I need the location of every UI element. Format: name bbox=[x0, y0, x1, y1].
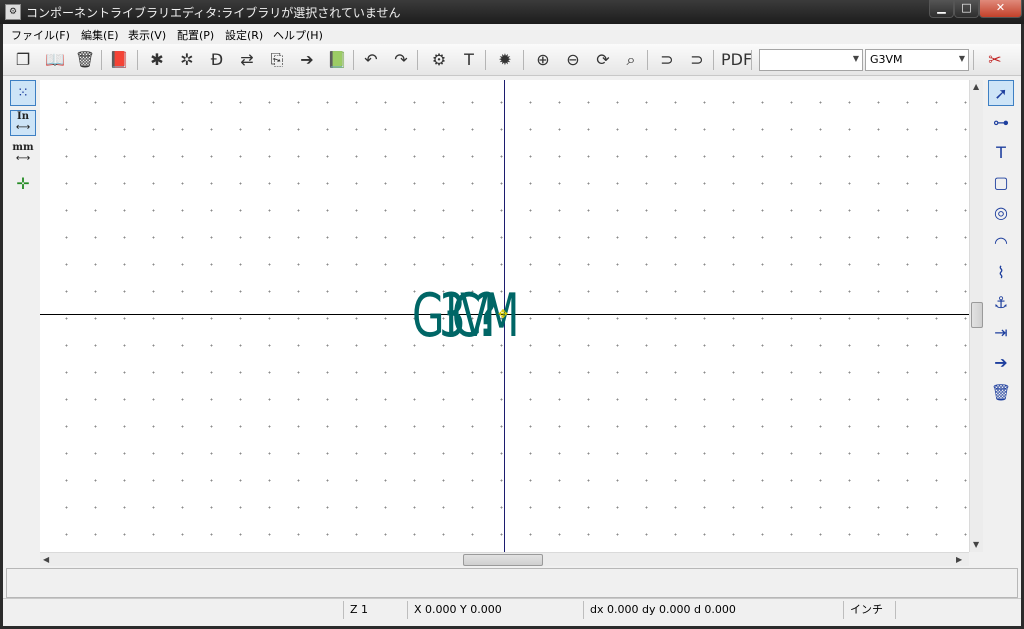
scroll-right-icon[interactable]: ▶ bbox=[956, 555, 962, 564]
title-bar: ⚙ コンポーネントライブラリエディタ:ライブラリが選択されていません ▁ □ ✕ bbox=[0, 0, 1024, 24]
vertical-scrollbar[interactable]: ▲ ▼ bbox=[969, 80, 983, 552]
vertical-scroll-thumb[interactable] bbox=[971, 302, 983, 328]
convert-demorgan-icon[interactable]: ⊃ bbox=[655, 48, 679, 72]
zoom-in-icon[interactable]: ⊕ bbox=[531, 48, 555, 72]
app-icon[interactable]: ⚙ bbox=[5, 4, 21, 20]
menu-settings[interactable]: 設定(R) bbox=[225, 27, 263, 43]
open-viewer-icon[interactable]: 📕 bbox=[107, 48, 131, 72]
status-bar: Z 1 X 0.000 Y 0.000 dx 0.000 dy 0.000 d … bbox=[3, 598, 1021, 620]
drawing-canvas[interactable]: G3VM IC? ✥ bbox=[40, 80, 969, 552]
component-value-text[interactable]: IC? bbox=[445, 286, 498, 346]
save-component-icon[interactable]: ⎘ bbox=[265, 48, 289, 72]
toolbar-separator bbox=[353, 50, 354, 70]
pdf-doc-icon[interactable]: PDF bbox=[721, 48, 752, 72]
toolbar-separator bbox=[485, 50, 486, 70]
zoom-fit-icon[interactable]: ⌕ bbox=[619, 48, 643, 72]
menu-view[interactable]: 表示(V) bbox=[128, 27, 166, 43]
status-extra bbox=[895, 601, 1015, 619]
redo-icon[interactable]: ↷ bbox=[389, 48, 413, 72]
new-component-icon[interactable]: ✱ bbox=[145, 48, 169, 72]
add-circle-icon[interactable]: ◎ bbox=[988, 200, 1014, 226]
maximize-button[interactable]: □ bbox=[954, 0, 979, 18]
toolbar-separator bbox=[417, 50, 418, 70]
pin-table-icon[interactable]: ✂ bbox=[983, 48, 1007, 72]
grid-icon[interactable]: ⁙ bbox=[10, 80, 36, 106]
add-arc-icon[interactable]: ◠ bbox=[988, 230, 1014, 256]
window-title: コンポーネントライブラリエディタ:ライブラリが選択されていません bbox=[26, 6, 401, 20]
anchor-origin-icon: ✥ bbox=[498, 307, 509, 321]
add-polyline-icon[interactable]: ⌇ bbox=[988, 260, 1014, 286]
anchor-icon[interactable]: ⚓ bbox=[988, 290, 1014, 316]
import-component-icon[interactable]: ⇄ bbox=[235, 48, 259, 72]
cursor-shape-icon[interactable]: ✛ bbox=[10, 172, 36, 198]
menu-help[interactable]: ヘルプ(H) bbox=[273, 27, 323, 43]
part-select[interactable]: ▼ bbox=[759, 49, 863, 71]
scroll-left-icon[interactable]: ◀ bbox=[43, 555, 49, 564]
undo-icon[interactable]: ↶ bbox=[359, 48, 383, 72]
toolbar-separator bbox=[973, 50, 974, 70]
toolbar-separator bbox=[523, 50, 524, 70]
chevron-down-icon: ▼ bbox=[852, 54, 859, 63]
export-component-icon[interactable]: Ð bbox=[205, 48, 229, 72]
scroll-down-icon[interactable]: ▼ bbox=[973, 540, 979, 549]
menu-file[interactable]: ファイル(F) bbox=[11, 27, 70, 43]
minimize-button[interactable]: ▁ bbox=[929, 0, 954, 18]
export-icon[interactable]: ➔ bbox=[988, 350, 1014, 376]
mm-units-icon[interactable]: mm ⟷ bbox=[10, 142, 36, 168]
left-toolbar: ⁙ In ⟷ mm ⟷ ✛ bbox=[8, 80, 38, 570]
select-library-icon[interactable]: ❐ bbox=[11, 48, 35, 72]
text-icon[interactable]: T bbox=[457, 48, 481, 72]
save-library-icon[interactable]: 📗 bbox=[325, 48, 349, 72]
status-coords: X 0.000 Y 0.000 bbox=[407, 601, 583, 619]
check-pins-icon[interactable]: ✹ bbox=[493, 48, 517, 72]
toolbar-separator bbox=[751, 50, 752, 70]
inch-units-icon[interactable]: In ⟷ bbox=[10, 110, 36, 136]
close-button[interactable]: ✕ bbox=[979, 0, 1022, 18]
import-icon[interactable]: ⇥ bbox=[988, 320, 1014, 346]
horizontal-scrollbar[interactable]: ◀ ▶ bbox=[40, 552, 969, 566]
add-text-icon[interactable]: T bbox=[988, 140, 1014, 166]
main-toolbar: ❐ 📖 🗑 📕 ✱ ✲ Ð ⇄ ⎘ ➔ 📗 ↶ ↷ ⚙ T ✹ ⊕ ⊖ ⟳ ⌕ … bbox=[3, 44, 1021, 76]
toolbar-separator bbox=[137, 50, 138, 70]
delete-library-icon[interactable]: 🗑 bbox=[73, 48, 97, 72]
status-delta: dx 0.000 dy 0.000 d 0.000 bbox=[583, 601, 843, 619]
select-tool-icon[interactable]: ➚ bbox=[988, 80, 1014, 106]
add-pin-icon[interactable]: ⊶ bbox=[988, 110, 1014, 136]
open-library-icon[interactable]: 📖 bbox=[43, 48, 67, 72]
message-panel bbox=[6, 568, 1018, 598]
create-component-icon[interactable]: ➔ bbox=[295, 48, 319, 72]
redraw-icon[interactable]: ⟳ bbox=[591, 48, 615, 72]
scroll-up-icon[interactable]: ▲ bbox=[973, 82, 979, 91]
right-toolbar: ➚ ⊶ T ▢ ◎ ◠ ⌇ ⚓ ⇥ ➔ 🗑 bbox=[985, 80, 1019, 570]
client-area: ファイル(F) 編集(E) 表示(V) 配置(P) 設定(R) ヘルプ(H) ❐… bbox=[3, 24, 1021, 626]
alias-select-value: G3VM bbox=[870, 53, 903, 66]
toolbar-separator bbox=[713, 50, 714, 70]
menu-edit[interactable]: 編集(E) bbox=[81, 27, 119, 43]
chevron-down-icon: ▼ bbox=[958, 54, 965, 63]
toolbar-separator bbox=[647, 50, 648, 70]
add-rectangle-icon[interactable]: ▢ bbox=[988, 170, 1014, 196]
toolbar-separator bbox=[101, 50, 102, 70]
zoom-out-icon[interactable]: ⊖ bbox=[561, 48, 585, 72]
component-properties-icon[interactable]: ⚙ bbox=[427, 48, 451, 72]
status-units: インチ bbox=[843, 601, 895, 619]
status-zoom: Z 1 bbox=[343, 601, 407, 619]
load-component-icon[interactable]: ✲ bbox=[175, 48, 199, 72]
menu-bar: ファイル(F) 編集(E) 表示(V) 配置(P) 設定(R) ヘルプ(H) bbox=[3, 24, 1021, 43]
alias-select[interactable]: G3VM ▼ bbox=[865, 49, 969, 71]
horizontal-scroll-thumb[interactable] bbox=[463, 554, 543, 566]
show-demorgan-icon[interactable]: ⊃ bbox=[685, 48, 709, 72]
menu-place[interactable]: 配置(P) bbox=[177, 27, 214, 43]
delete-icon[interactable]: 🗑 bbox=[988, 380, 1014, 406]
